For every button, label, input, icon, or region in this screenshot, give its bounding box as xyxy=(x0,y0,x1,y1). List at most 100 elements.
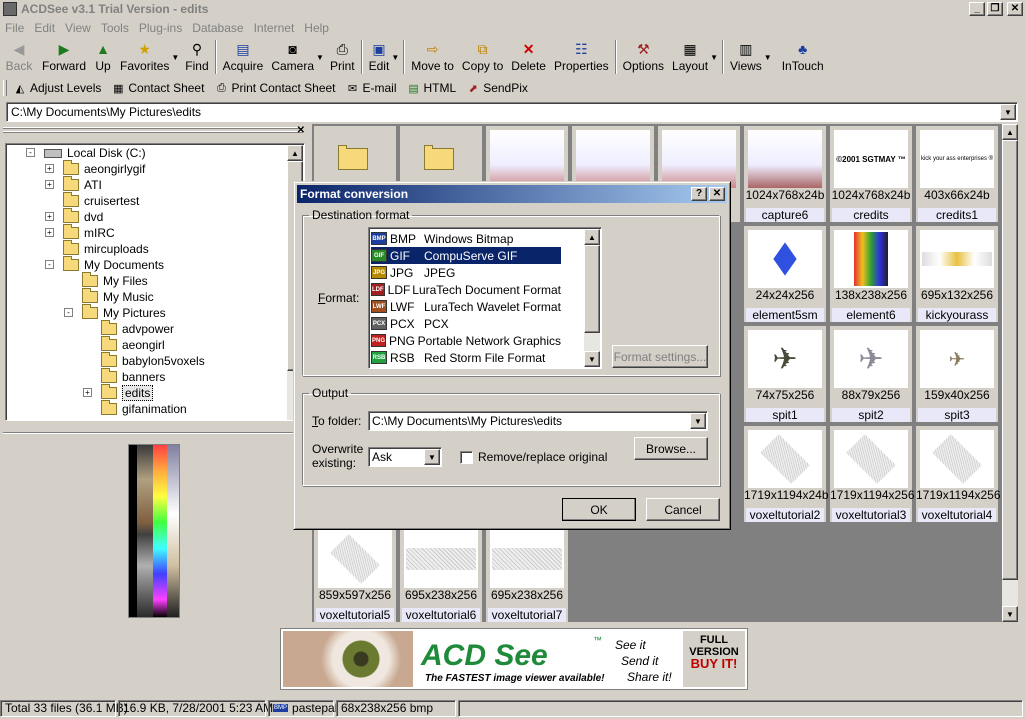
tree-item[interactable]: aeongirl xyxy=(101,336,165,353)
up-button[interactable]: ▲ Up xyxy=(90,39,116,75)
tree-item[interactable]: + dvd xyxy=(45,208,103,225)
tree-item[interactable]: babylon5voxels xyxy=(101,352,205,369)
help-button[interactable]: ? xyxy=(691,187,707,201)
address-bar[interactable]: C:\My Documents\My Pictures\edits ▼ xyxy=(6,102,1018,122)
format-list[interactable]: BMP BMP Windows Bitmap GIF GIF CompuServe GIF… xyxy=(368,227,602,369)
thumbnail[interactable]: 1719x1194x24b voxeltutorial2 xyxy=(744,426,829,522)
scroll-up-icon[interactable]: ▲ xyxy=(287,145,303,161)
edit-dropdown-icon[interactable]: ▼ xyxy=(391,53,399,62)
browse-button[interactable]: Browse... xyxy=(634,437,708,460)
layout-button[interactable]: ▦ Layout xyxy=(668,39,712,75)
overwrite-dropdown-button[interactable]: ▼ xyxy=(424,449,440,465)
menu-help[interactable]: Help xyxy=(304,21,329,35)
ad-banner[interactable]: ACD See ™ The FASTEST image viewer avail… xyxy=(280,628,748,690)
scroll-thumb[interactable] xyxy=(584,245,600,333)
dialog-close-button[interactable]: ✕ xyxy=(709,187,725,201)
format-item[interactable]: PCX PCX PCX xyxy=(371,315,561,332)
thumbnail[interactable]: 695x238x256 voxeltutorial6 xyxy=(400,526,482,622)
options-button[interactable]: ⚒ Options xyxy=(619,39,668,75)
scroll-up-icon[interactable]: ▲ xyxy=(584,229,600,245)
print-contact-sheet-button[interactable]: ⎙ Print Contact Sheet xyxy=(214,81,335,95)
format-item[interactable]: LDF LDF LuraTech Document Format xyxy=(371,281,561,298)
camera-button[interactable]: ◙ Camera xyxy=(267,39,318,75)
ok-button[interactable]: OK xyxy=(562,498,636,521)
print-button[interactable]: ⎙ Print xyxy=(326,39,359,75)
tree-item[interactable]: - My Documents xyxy=(45,256,164,273)
scroll-thumb[interactable] xyxy=(1002,140,1018,580)
tree-item[interactable]: - My Pictures xyxy=(64,304,166,321)
tree-item[interactable]: mircuploads xyxy=(63,240,149,257)
tree-item[interactable]: gifanimation xyxy=(101,400,187,417)
intouch-button[interactable]: ♣ InTouch xyxy=(778,39,828,75)
cancel-button[interactable]: Cancel xyxy=(646,498,720,521)
tree-item[interactable]: My Music xyxy=(82,288,154,305)
tree-item[interactable]: + aeongirlygif xyxy=(45,160,145,177)
favorites-button[interactable]: ★ Favorites xyxy=(116,39,173,75)
menu-view[interactable]: View xyxy=(65,21,91,35)
menu-internet[interactable]: Internet xyxy=(254,21,295,35)
format-item[interactable]: GIF GIF CompuServe GIF xyxy=(370,246,562,265)
tree-item[interactable]: banners xyxy=(101,368,165,385)
format-item[interactable]: PNG PNG Portable Network Graphics xyxy=(371,332,561,349)
close-button[interactable]: ✕ xyxy=(1007,2,1023,16)
tree-item[interactable]: + mIRC xyxy=(45,224,115,241)
thumbnail[interactable]: 1719x1194x256 voxeltutorial4 xyxy=(916,426,1001,522)
favorites-dropdown-icon[interactable]: ▼ xyxy=(171,53,179,62)
thumbnail[interactable]: 695x238x256 voxeltutorial7 xyxy=(486,526,568,622)
expand-icon[interactable]: + xyxy=(45,228,54,237)
move-to-button[interactable]: ⇨ Move to xyxy=(407,39,458,75)
menu-database[interactable]: Database xyxy=(192,21,243,35)
properties-button[interactable]: ☷ Properties xyxy=(550,39,613,75)
collapse-icon[interactable]: - xyxy=(45,260,54,269)
email-button[interactable]: ✉ E-mail xyxy=(346,81,397,95)
buy-it-button[interactable]: FULL VERSION BUY IT! xyxy=(683,631,745,687)
format-settings-button[interactable]: Format settings... xyxy=(612,345,708,368)
sendpix-button[interactable]: ⬈ SendPix xyxy=(466,81,528,95)
expand-icon[interactable]: + xyxy=(45,212,54,221)
tree-item[interactable]: My Files xyxy=(82,272,148,289)
expand-icon[interactable]: + xyxy=(45,164,54,173)
thumbnail[interactable]: ✈ 159x40x256 spit3 xyxy=(916,326,998,422)
thumbnail[interactable]: 859x597x256 voxeltutorial5 xyxy=(314,526,396,622)
find-button[interactable]: ⚲ Find xyxy=(181,39,212,75)
folder-dropdown-button[interactable]: ▼ xyxy=(690,413,706,429)
scroll-down-icon[interactable]: ▼ xyxy=(584,351,600,367)
scroll-up-icon[interactable]: ▲ xyxy=(1002,124,1018,140)
expand-icon[interactable]: + xyxy=(45,180,54,189)
tree-item[interactable]: + edits xyxy=(83,384,154,401)
maximize-button[interactable]: ❐ xyxy=(987,2,1003,16)
format-item[interactable]: JPG JPG JPEG xyxy=(371,264,561,281)
expand-icon[interactable]: + xyxy=(83,388,92,397)
files-scrollbar[interactable]: ▲ ▼ xyxy=(1002,124,1018,622)
remove-original-checkbox[interactable] xyxy=(460,451,473,464)
menu-plugins[interactable]: Plug-ins xyxy=(139,21,182,35)
html-button[interactable]: ▤ HTML xyxy=(407,81,456,95)
thumbnail[interactable]: 1024x768x24b capture6 xyxy=(744,126,826,222)
forward-button[interactable]: ▶ Forward xyxy=(38,39,90,75)
menu-edit[interactable]: Edit xyxy=(34,21,55,35)
overwrite-select[interactable]: Ask ▼ xyxy=(368,447,442,467)
format-item[interactable]: BMP BMP Windows Bitmap xyxy=(371,230,561,247)
tree-item[interactable]: - Local Disk (C:) xyxy=(26,145,146,161)
format-list-scrollbar[interactable]: ▲ ▼ xyxy=(584,229,600,367)
thumbnail[interactable]: ✈ 74x75x256 spit1 xyxy=(744,326,826,422)
tree-item[interactable]: + ATI xyxy=(45,176,102,193)
contact-sheet-button[interactable]: ▦ Contact Sheet xyxy=(111,81,204,95)
thumbnail[interactable]: 1719x1194x256 voxeltutorial3 xyxy=(830,426,915,522)
minimize-button[interactable]: _ xyxy=(969,2,985,16)
camera-dropdown-icon[interactable]: ▼ xyxy=(316,53,324,62)
thumbnail[interactable]: 138x238x256 element6 xyxy=(830,226,912,322)
copy-to-button[interactable]: ⧉ Copy to xyxy=(458,39,507,75)
adjust-levels-button[interactable]: ◭ Adjust Levels xyxy=(13,81,102,95)
delete-button[interactable]: ✕ Delete xyxy=(507,39,550,75)
address-dropdown-button[interactable]: ▼ xyxy=(1000,104,1016,120)
tree-item[interactable]: advpower xyxy=(101,320,174,337)
close-pane-icon[interactable]: ✕ xyxy=(297,125,305,136)
menu-tools[interactable]: Tools xyxy=(101,21,129,35)
to-folder-combobox[interactable]: C:\My Documents\My Pictures\edits ▼ xyxy=(368,411,708,431)
format-item[interactable]: LWF LWF LuraTech Wavelet Format xyxy=(371,298,561,315)
views-button[interactable]: ▥ Views xyxy=(726,39,766,75)
thumbnail[interactable]: kick your ass enterprises ® 403x66x24b c… xyxy=(916,126,998,222)
menu-file[interactable]: File xyxy=(5,21,24,35)
collapse-icon[interactable]: - xyxy=(26,148,35,157)
